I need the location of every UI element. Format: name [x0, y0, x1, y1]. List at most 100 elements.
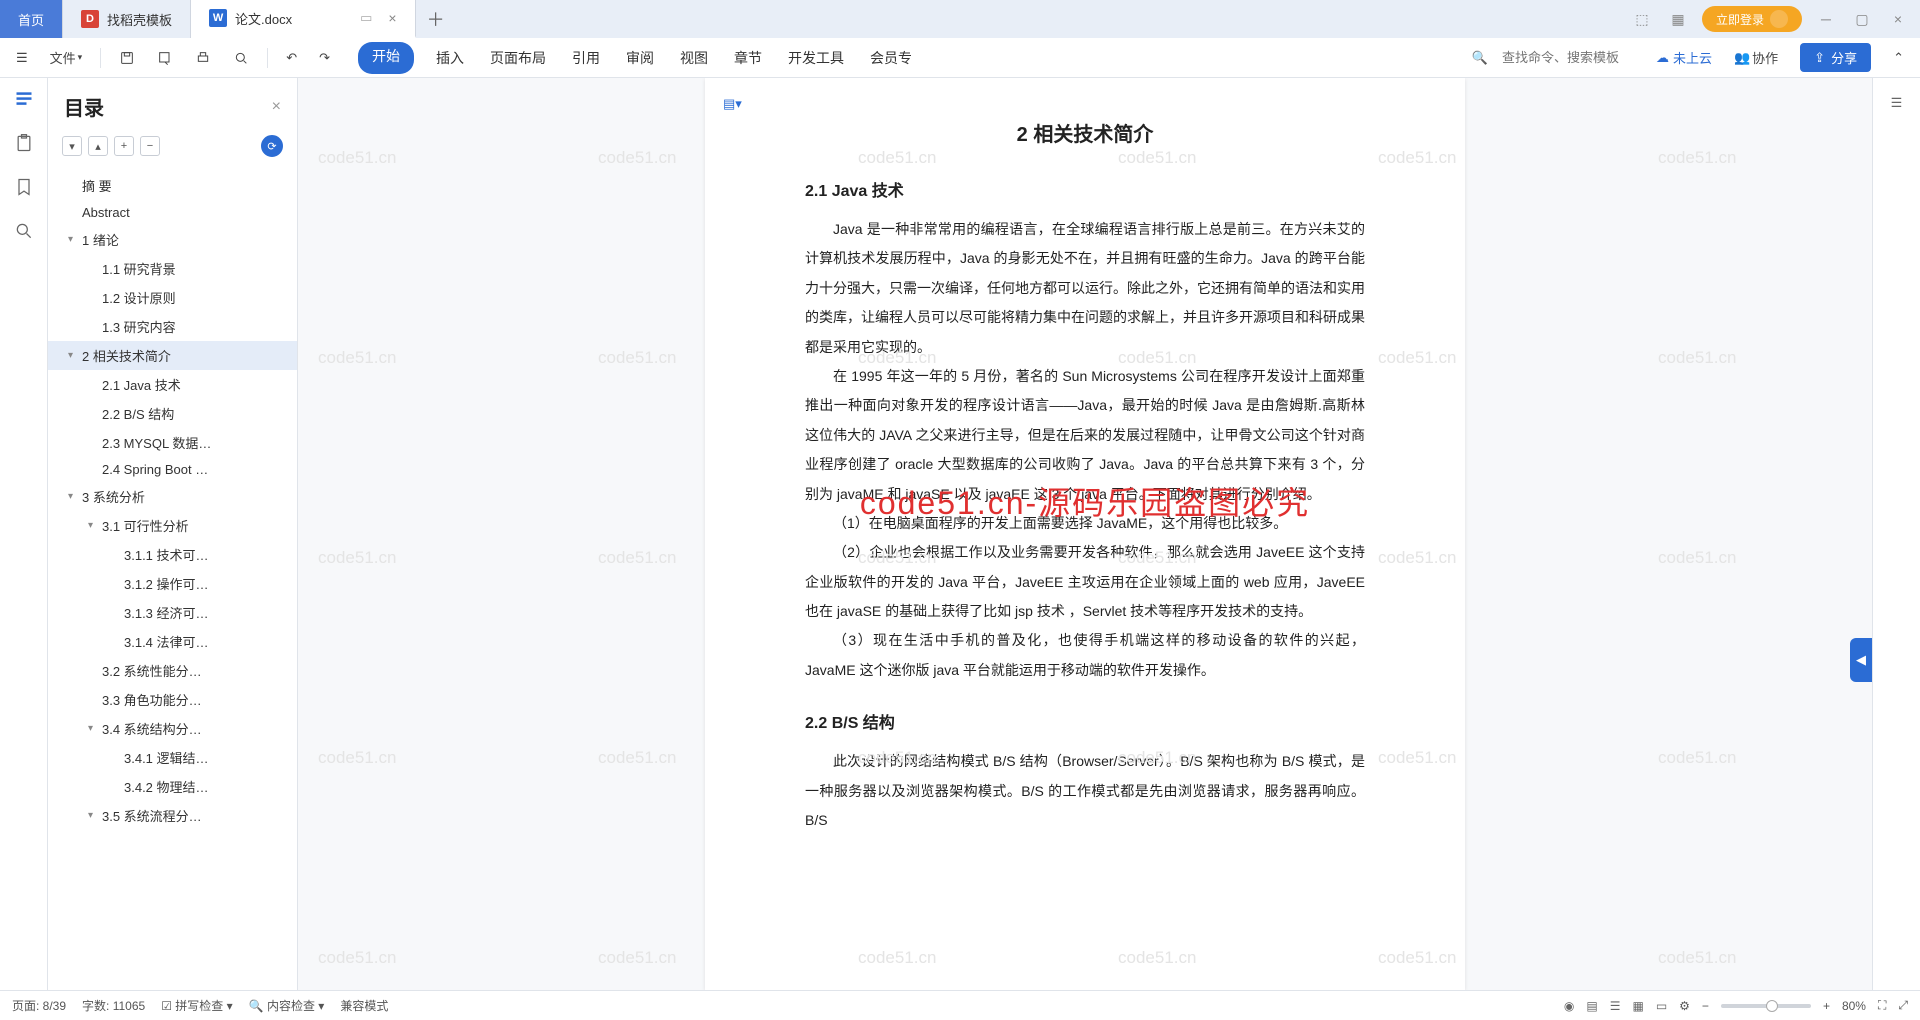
ribbon-toolbar: ☰ 文件 ▾ ↶ ↷ 开始 插入 页面布局 引用 审阅 视图 章节 开发工具 会…: [0, 38, 1920, 78]
compat-mode[interactable]: 兼容模式: [340, 997, 388, 1014]
outline-list: 摘 要Abstract▾1 绪论1.1 研究背景1.2 设计原则1.3 研究内容…: [48, 167, 297, 990]
bookmark-icon[interactable]: [13, 176, 35, 198]
ribbon-tab-chapter[interactable]: 章节: [730, 42, 766, 74]
search-rail-icon[interactable]: [13, 220, 35, 242]
section-2-2: 2.2 B/S 结构: [805, 709, 1365, 733]
outline-item[interactable]: ▾3 系统分析: [48, 482, 297, 511]
collab-button[interactable]: 👥 协作: [1726, 44, 1786, 71]
page-option-icon[interactable]: ▤▾: [723, 96, 742, 112]
command-search-input[interactable]: [1502, 50, 1642, 65]
fit-page-icon[interactable]: ⛶: [1878, 998, 1886, 1013]
maximize-icon[interactable]: ▢: [1850, 11, 1874, 28]
add-item-button[interactable]: +: [114, 136, 134, 156]
view-outline-icon[interactable]: ☰: [1610, 999, 1621, 1013]
outline-item[interactable]: 3.1.1 技术可…: [48, 540, 297, 569]
outline-item[interactable]: 3.1.4 法律可…: [48, 627, 297, 656]
word-count[interactable]: 字数: 11065: [82, 997, 145, 1014]
expand-all-button[interactable]: ▴: [88, 136, 108, 156]
tab-template[interactable]: D 找稻壳模板: [63, 0, 191, 38]
ribbon-tab-dev[interactable]: 开发工具: [784, 42, 848, 74]
tab-bar: 首页 D 找稻壳模板 W 论文.docx ▭ × ＋ ⬚ ▦ 立即登录 ─ ▢ …: [0, 0, 1920, 38]
view-eye-icon[interactable]: ◉: [1564, 999, 1574, 1013]
outline-item[interactable]: ▾2 相关技术简介: [48, 341, 297, 370]
feedback-tab[interactable]: ◀: [1850, 638, 1872, 682]
right-rail-menu-icon[interactable]: ☰: [1886, 92, 1908, 114]
search-icon[interactable]: 🔍: [1472, 50, 1488, 66]
outline-item[interactable]: 2.4 Spring Boot …: [48, 457, 297, 482]
save-button[interactable]: [111, 46, 143, 70]
outline-item[interactable]: 1.3 研究内容: [48, 312, 297, 341]
add-tab-button[interactable]: ＋: [416, 0, 456, 38]
layout-icon[interactable]: ⬚: [1630, 11, 1654, 28]
ribbon-tab-insert[interactable]: 插入: [432, 42, 468, 74]
outline-item[interactable]: 1.1 研究背景: [48, 254, 297, 283]
save-as-button[interactable]: [149, 46, 181, 70]
zoom-level[interactable]: 80%: [1842, 999, 1866, 1013]
outline-item[interactable]: ▾3.4 系统结构分…: [48, 714, 297, 743]
watermark-gray: code51.cn: [318, 748, 396, 768]
watermark-gray: code51.cn: [598, 148, 676, 168]
outline-item[interactable]: 3.4.2 物理结…: [48, 772, 297, 801]
content-check[interactable]: 🔍 内容检查 ▾: [249, 997, 325, 1014]
page-count[interactable]: 页面: 8/39: [12, 997, 66, 1014]
outline-item[interactable]: ▾3.1 可行性分析: [48, 511, 297, 540]
remove-item-button[interactable]: −: [140, 136, 160, 156]
ribbon-tab-review[interactable]: 审阅: [622, 42, 658, 74]
file-menu[interactable]: 文件 ▾: [42, 44, 91, 71]
section-2-1: 2.1 Java 技术: [805, 177, 1365, 201]
watermark-gray: code51.cn: [598, 948, 676, 968]
outline-item[interactable]: 3.3 角色功能分…: [48, 685, 297, 714]
outline-item[interactable]: 3.1.2 操作可…: [48, 569, 297, 598]
outline-item[interactable]: 摘 要: [48, 171, 297, 200]
minimize-icon[interactable]: ─: [1814, 11, 1838, 27]
view-read-icon[interactable]: ▭: [1656, 999, 1667, 1013]
zoom-slider[interactable]: [1721, 1004, 1811, 1008]
outline-icon[interactable]: [13, 88, 35, 110]
outline-close-icon[interactable]: ×: [272, 98, 281, 116]
outline-item[interactable]: 1.2 设计原则: [48, 283, 297, 312]
share-button[interactable]: ⇪ 分享: [1800, 43, 1871, 72]
outline-item[interactable]: 2.3 MYSQL 数据…: [48, 428, 297, 457]
doc-paragraph: Java 是一种非常常用的编程语言，在全球编程语言排行版上总是前三。在方兴未艾的…: [805, 215, 1365, 362]
tab-document[interactable]: W 论文.docx ▭ ×: [191, 0, 416, 38]
tab-home[interactable]: 首页: [0, 0, 63, 38]
ribbon-tab-references[interactable]: 引用: [568, 42, 604, 74]
cloud-status[interactable]: ☁ 未上云: [1656, 48, 1712, 67]
collapse-ribbon-icon[interactable]: ⌃: [1885, 46, 1912, 70]
outline-item[interactable]: Abstract: [48, 200, 297, 225]
outline-tools: ▾ ▴ + − ⟳: [48, 129, 297, 167]
menu-button[interactable]: ☰: [8, 46, 36, 70]
ribbon-tab-view[interactable]: 视图: [676, 42, 712, 74]
collapse-all-button[interactable]: ▾: [62, 136, 82, 156]
close-icon[interactable]: ×: [388, 10, 396, 26]
outline-item[interactable]: ▾3.5 系统流程分…: [48, 801, 297, 830]
print-button[interactable]: [187, 46, 219, 70]
view-print-icon[interactable]: ▤: [1586, 999, 1597, 1013]
outline-item[interactable]: 3.4.1 逻辑结…: [48, 743, 297, 772]
zoom-in-button[interactable]: +: [1823, 999, 1830, 1013]
document-area[interactable]: ▤▾ 2 相关技术简介 2.1 Java 技术 Java 是一种非常常用的编程语…: [298, 78, 1872, 990]
watermark-gray: code51.cn: [598, 748, 676, 768]
zoom-settings-icon[interactable]: ⚙: [1679, 999, 1690, 1013]
fullscreen-icon[interactable]: ⤢: [1898, 998, 1908, 1013]
outline-sync-button[interactable]: ⟳: [261, 135, 283, 157]
zoom-out-button[interactable]: −: [1702, 999, 1709, 1013]
outline-item[interactable]: 2.1 Java 技术: [48, 370, 297, 399]
outline-item[interactable]: 3.2 系统性能分…: [48, 656, 297, 685]
clipboard-icon[interactable]: [13, 132, 35, 154]
undo-button[interactable]: ↶: [278, 46, 305, 70]
preview-button[interactable]: [225, 46, 257, 70]
view-web-icon[interactable]: ▦: [1632, 999, 1643, 1013]
outline-item[interactable]: 2.2 B/S 结构: [48, 399, 297, 428]
spell-check[interactable]: ☑ 拼写检查 ▾: [161, 997, 232, 1014]
login-button[interactable]: 立即登录: [1702, 6, 1802, 32]
ribbon-tab-layout[interactable]: 页面布局: [486, 42, 550, 74]
outline-item[interactable]: ▾1 绪论: [48, 225, 297, 254]
ribbon-tab-vip[interactable]: 会员专: [866, 42, 916, 74]
window-close-icon[interactable]: ×: [1886, 11, 1910, 27]
apps-icon[interactable]: ▦: [1666, 11, 1690, 28]
tab-split-icon[interactable]: ▭: [360, 10, 372, 26]
ribbon-tab-start[interactable]: 开始: [358, 42, 414, 74]
outline-item[interactable]: 3.1.3 经济可…: [48, 598, 297, 627]
redo-button[interactable]: ↷: [311, 46, 338, 70]
